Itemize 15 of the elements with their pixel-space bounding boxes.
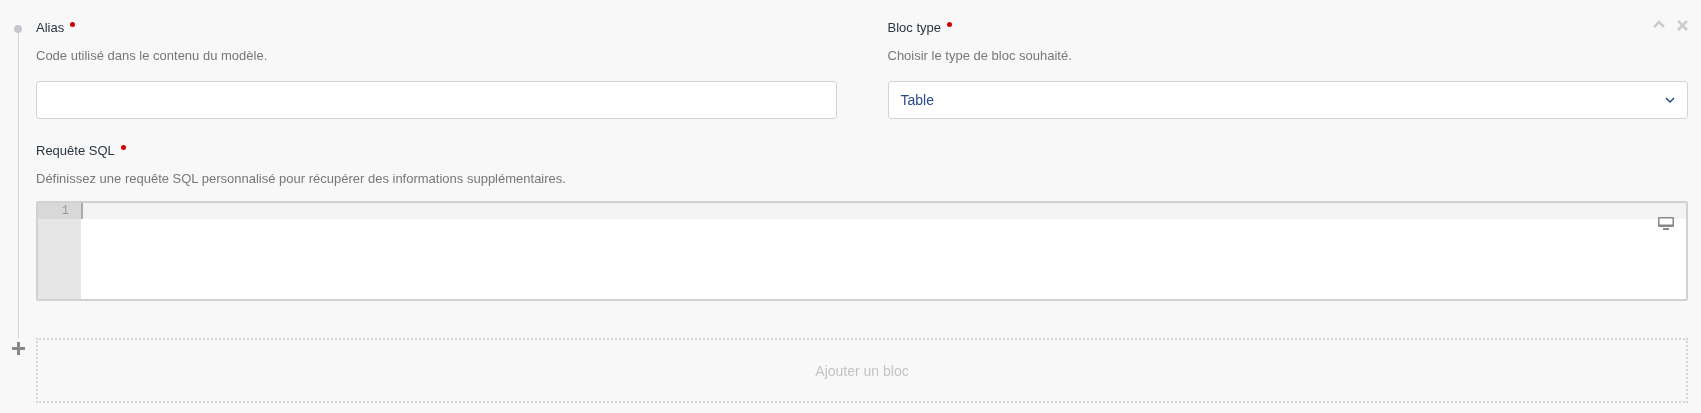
chevron-down-icon [1665, 97, 1675, 103]
timeline-dot [14, 25, 22, 33]
field-label: Alias [36, 20, 65, 35]
collapse-icon[interactable] [1653, 20, 1665, 28]
field-label: Requête SQL [36, 143, 115, 158]
type-select[interactable]: Table [887, 81, 1688, 119]
monitor-icon[interactable] [1658, 217, 1674, 231]
field-label: Bloc type [887, 20, 941, 35]
close-icon[interactable] [1677, 20, 1688, 31]
field-description: Choisir le type de bloc souhaité. [887, 48, 1073, 63]
field-description: Code utilisé dans le contenu du modèle. [36, 48, 269, 63]
line-number: 1 [38, 203, 81, 219]
field-description: Définissez une requête SQL personnalisé pour récupérer des informations supplémentaires. [36, 171, 567, 186]
add-icon[interactable] [11, 342, 25, 355]
code-editor[interactable]: 1 [36, 201, 1688, 301]
